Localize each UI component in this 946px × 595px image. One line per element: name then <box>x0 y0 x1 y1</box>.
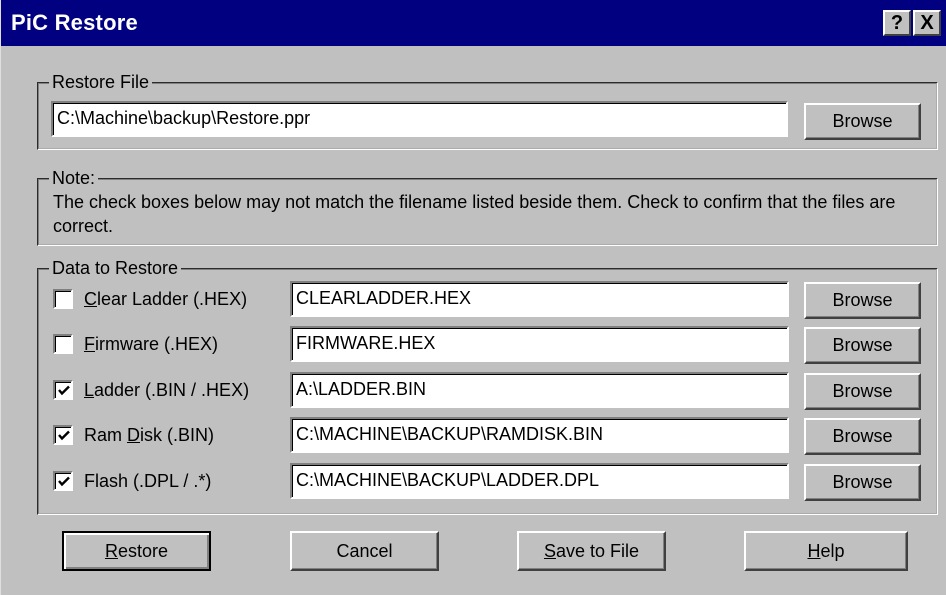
restore-checkbox[interactable] <box>53 334 73 354</box>
restore-row-file-input[interactable]: C:\MACHINE\BACKUP\LADDER.DPL <box>290 463 789 499</box>
dialog-window: PiC Restore ? X Restore File C:\Machine\… <box>0 0 946 595</box>
restore-row-file-input[interactable]: A:\LADDER.BIN <box>290 372 789 408</box>
restore-row-browse-button[interactable]: Browse <box>804 464 921 501</box>
restore-row-label: Ladder (.BIN / .HEX) <box>84 380 250 400</box>
restore-checkbox[interactable] <box>53 380 73 400</box>
checkmark-icon <box>58 430 70 441</box>
restore-row-label: Firmware (.HEX) <box>84 334 219 354</box>
checkmark-icon <box>58 476 70 487</box>
cancel-button[interactable]: Cancel <box>290 531 439 571</box>
help-title-button[interactable]: ? <box>883 10 911 36</box>
restore-checkbox[interactable] <box>53 425 73 445</box>
checkmark-icon <box>58 385 70 396</box>
restore-button[interactable]: Restore <box>62 531 211 571</box>
restore-row-browse-button[interactable]: Browse <box>804 418 921 455</box>
window-title: PiC Restore <box>11 10 138 35</box>
restore-checkbox[interactable] <box>53 289 73 309</box>
close-title-button[interactable]: X <box>913 10 941 36</box>
data-to-restore-legend: Data to Restore <box>49 258 182 278</box>
restore-file-browse-button[interactable]: Browse <box>804 103 921 140</box>
restore-row-browse-button[interactable]: Browse <box>804 327 921 364</box>
restore-row-browse-button[interactable]: Browse <box>804 282 921 319</box>
title-bar[interactable]: PiC Restore ? X <box>1 0 946 46</box>
help-button[interactable]: Help <box>744 531 908 571</box>
restore-checkbox[interactable] <box>53 471 73 491</box>
restore-row-file-input[interactable]: C:\MACHINE\BACKUP\RAMDISK.BIN <box>290 417 789 453</box>
restore-row-browse-button[interactable]: Browse <box>804 373 921 410</box>
restore-row-file-input[interactable]: CLEARLADDER.HEX <box>290 281 789 317</box>
note-legend: Note: <box>49 168 99 188</box>
restore-file-legend: Restore File <box>49 72 153 92</box>
restore-file-path-input[interactable]: C:\Machine\backup\Restore.ppr <box>51 101 788 137</box>
restore-row-label: Clear Ladder (.HEX) <box>84 289 248 309</box>
save-to-file-button[interactable]: Save to File <box>517 531 666 571</box>
restore-row-label: Ram Disk (.BIN) <box>84 425 215 445</box>
note-text: The check boxes below may not match the … <box>53 192 896 236</box>
restore-row-file-input[interactable]: FIRMWARE.HEX <box>290 326 789 362</box>
restore-row-label: Flash (.DPL / .*) <box>84 471 212 491</box>
